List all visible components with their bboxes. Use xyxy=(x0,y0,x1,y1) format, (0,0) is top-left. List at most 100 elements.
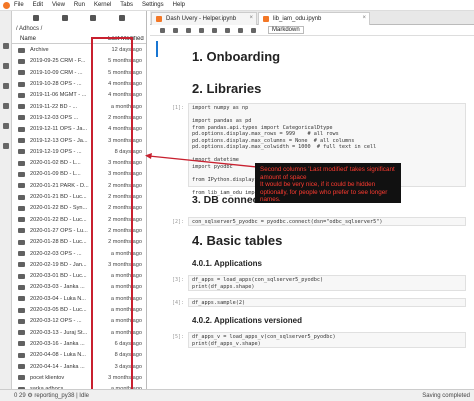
close-icon[interactable]: × xyxy=(362,15,366,21)
folder-icon xyxy=(18,70,25,76)
list-item[interactable]: 2020-03-16 - Janka ... 6 days ago xyxy=(12,339,146,349)
tab-dash-helper[interactable]: Dash Uvery - Helper.ipynb × xyxy=(151,12,257,25)
list-item[interactable]: 2020-03-13 - Juraj St... a month ago xyxy=(12,328,146,338)
menu-item-tabs[interactable]: Tabs xyxy=(120,2,133,8)
last-modified-column-header[interactable]: Last Modified xyxy=(108,36,144,42)
folder-icon xyxy=(18,375,25,381)
add-cell-icon[interactable] xyxy=(173,27,178,33)
folder-icon xyxy=(18,284,25,290)
kernel-status[interactable]: 0 29 ⚙ reporting_py38 | Idle xyxy=(14,392,89,399)
menu-item-view[interactable]: View xyxy=(52,2,65,8)
code-cell-db[interactable]: con_sqlserver5_pyodbc = pyodbc.connect(d… xyxy=(188,217,466,226)
file-name: pocet klientov xyxy=(30,374,65,381)
annotation-box: Second columns 'Last modified' takes sig… xyxy=(255,163,401,203)
list-item[interactable]: 2020-03-03 - Janka ... a month ago xyxy=(12,282,146,292)
annotation-text: Second columns 'Last modified' takes sig… xyxy=(260,166,395,204)
file-modified: 8 days ago xyxy=(114,148,142,155)
property-inspector-icon[interactable] xyxy=(3,103,9,109)
code-cell-apps[interactable]: df_apps = load_apps(con_sqlserver5_pyodb… xyxy=(188,275,466,291)
list-item[interactable]: 2019-12-11 OPS - Ja... 4 months ago xyxy=(12,124,146,134)
list-item[interactable]: 2019-12-13 OPS - Ja... 3 months ago xyxy=(12,135,146,145)
list-item[interactable]: 2019-12-03 OPS ... 2 months ago xyxy=(12,113,146,123)
name-column-header[interactable]: Name xyxy=(20,36,36,42)
tab-lib-iam-odu[interactable]: lib_iam_odu.ipynb × xyxy=(258,12,370,25)
list-item[interactable]: 2020-01-02 BD - L... 3 months ago xyxy=(12,158,146,168)
file-name: 2019-12-19 OPS - ... xyxy=(30,148,82,155)
list-item[interactable]: 2020-01-21 BD - Luc... 2 months ago xyxy=(12,192,146,202)
new-launcher-icon[interactable] xyxy=(33,14,40,21)
menu-item-run[interactable]: Run xyxy=(74,2,85,8)
notebook-toolbar: Markdown xyxy=(150,25,474,36)
menu-item-help[interactable]: Help xyxy=(173,2,185,8)
list-item[interactable]: 2020-03-01 BD - Luc... a month ago xyxy=(12,271,146,281)
folder-icon xyxy=(18,330,25,336)
folder-icon xyxy=(18,104,25,110)
list-item[interactable]: 2019-11-06 MGMT - ... 4 months ago xyxy=(12,90,146,100)
file-modified: 2 months ago xyxy=(108,194,142,201)
file-modified: 8 days ago xyxy=(114,352,142,359)
running-icon[interactable] xyxy=(3,63,9,69)
list-item[interactable]: 2019-09-25 CRM - F... 5 months ago xyxy=(12,56,146,66)
list-item[interactable]: 2019-10-09 CRM - ... 5 months ago xyxy=(12,68,146,78)
folder-icon xyxy=(18,318,25,324)
cell-prompt: [2]: xyxy=(172,219,185,225)
folder-icon[interactable] xyxy=(3,43,9,49)
extension-icon[interactable] xyxy=(3,143,9,149)
file-name: 2019-12-13 OPS - Ja... xyxy=(30,137,88,144)
close-icon[interactable]: × xyxy=(249,15,253,21)
folder-icon xyxy=(18,138,25,144)
menu-item-kernel[interactable]: Kernel xyxy=(94,2,111,8)
menu-item-settings[interactable]: Settings xyxy=(142,2,164,8)
file-name: 2020-03-01 BD - Luc... xyxy=(30,273,87,280)
list-item[interactable]: pocet klientov 3 months ago xyxy=(12,373,146,383)
code-cell-sample[interactable]: df_apps.sample(2) xyxy=(188,298,466,307)
list-item[interactable]: 2020-04-14 - Janka ... 3 days ago xyxy=(12,361,146,371)
file-name: 2019-11-22 BD - ... xyxy=(30,103,78,110)
menu-item-file[interactable]: File xyxy=(14,2,24,8)
list-item[interactable]: 2020-01-21 PARK - D... 2 months ago xyxy=(12,181,146,191)
list-item[interactable]: 2020-02-03 OPS - ... a month ago xyxy=(12,248,146,258)
run-icon[interactable] xyxy=(225,27,230,33)
folder-icon xyxy=(18,307,25,313)
code-cell-versioned[interactable]: df_apps_v = load_apps_v(con_sqlserver5_p… xyxy=(188,332,466,348)
list-item[interactable]: 2020-01-09 BD - L... 3 months ago xyxy=(12,169,146,179)
list-item[interactable]: 2019-12-19 OPS - ... 8 days ago xyxy=(12,147,146,157)
heading-applications-versioned: 4.0.2. Applications versioned xyxy=(192,316,302,325)
file-name: 2020-03-13 - Juraj St... xyxy=(30,329,88,336)
left-sidebar xyxy=(0,11,12,389)
file-name: 2019-10-09 CRM - ... xyxy=(30,69,83,76)
copy-icon[interactable] xyxy=(199,27,204,33)
list-item[interactable]: 2019-11-22 BD - ... a month ago xyxy=(12,102,146,112)
list-item[interactable]: 2020-01-22 BD - Syn... 2 months ago xyxy=(12,203,146,213)
upload-icon[interactable] xyxy=(90,14,97,21)
commands-icon[interactable] xyxy=(3,83,9,89)
cut-icon[interactable] xyxy=(186,27,191,33)
breadcrumb[interactable]: / Adhocs / xyxy=(12,24,146,34)
folder-icon xyxy=(18,273,25,279)
stop-icon[interactable] xyxy=(238,27,243,33)
new-folder-icon[interactable] xyxy=(61,14,68,21)
list-item[interactable]: 2020-01-27 OPS - Lu... 2 months ago xyxy=(12,226,146,236)
file-modified: a month ago xyxy=(110,295,142,302)
restart-icon[interactable] xyxy=(251,27,256,33)
list-item[interactable]: 2019-10-28 OPS - ... 4 months ago xyxy=(12,79,146,89)
save-icon[interactable] xyxy=(160,27,165,33)
list-item[interactable]: Archive 12 days ago xyxy=(12,45,146,55)
menu-item-edit[interactable]: Edit xyxy=(33,2,43,8)
cell-type-select[interactable]: Markdown xyxy=(268,26,304,34)
refresh-icon[interactable] xyxy=(118,14,125,21)
folder-icon xyxy=(18,239,25,245)
list-item[interactable]: 2020-01-28 BD - Luc... 2 months ago xyxy=(12,237,146,247)
tabs-icon[interactable] xyxy=(3,123,9,129)
cell-prompt: [1]: xyxy=(172,105,185,111)
file-modified: 5 months ago xyxy=(108,69,142,76)
list-item[interactable]: 2020-04-08 - Luka N... 8 days ago xyxy=(12,350,146,360)
list-item[interactable]: 2020-03-12 OPS - ... a month ago xyxy=(12,316,146,326)
paste-icon[interactable] xyxy=(212,27,217,33)
list-item[interactable]: 2020-02-19 BD - Jan... 3 months ago xyxy=(12,260,146,270)
list-item[interactable]: 2020-03-04 - Luka N... a month ago xyxy=(12,294,146,304)
list-item[interactable]: 2020-03-05 BD - Luc... a month ago xyxy=(12,305,146,315)
file-modified: 6 days ago xyxy=(114,340,142,347)
file-name: 2019-12-03 OPS ... xyxy=(30,114,79,121)
list-item[interactable]: 2020-01-22 BD - Luc... 2 months ago xyxy=(12,215,146,225)
